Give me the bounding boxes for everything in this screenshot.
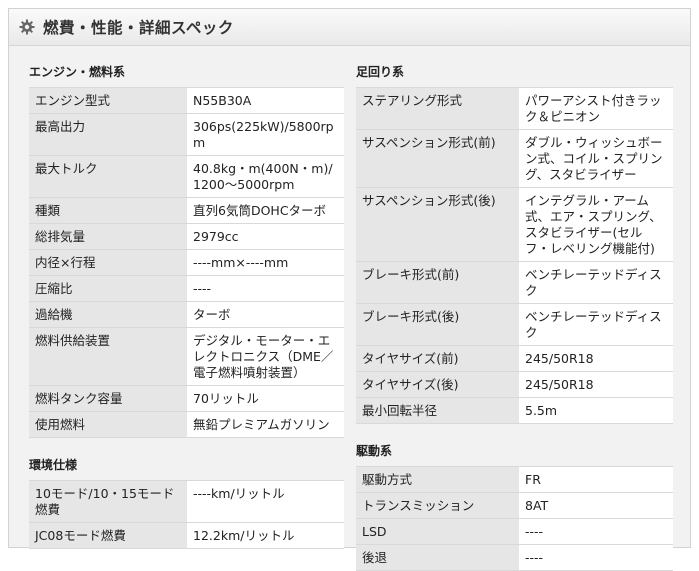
spec-label: 圧縮比 — [29, 275, 187, 302]
spec-panel: 燃費・性能・詳細スペック エンジン・燃料系 エンジン型式 N55B30A 最高出力 3… — [8, 8, 691, 571]
spec-label: 総排気量 — [29, 223, 187, 250]
spec-value: ----km/リットル — [187, 480, 344, 523]
table-row: 後退 ---- — [356, 544, 673, 571]
table-row: LSD ---- — [356, 518, 673, 545]
table-row: ブレーキ形式(前) ベンチレーテッドディスク — [356, 261, 673, 304]
spec-value: ベンチレーテッドディスク — [519, 303, 673, 346]
table-row: トランスミッション 8AT — [356, 492, 673, 519]
section-title-drivetrain: 駆動系 — [356, 444, 393, 458]
spec-label: タイヤサイズ(後) — [356, 371, 519, 398]
spec-value: ----mm×----mm — [187, 249, 344, 276]
spec-label: 最高出力 — [29, 113, 187, 156]
panel-header: 燃費・性能・詳細スペック — [9, 9, 690, 46]
section-title-suspension: 足回り系 — [356, 65, 405, 79]
spec-label: 最大トルク — [29, 155, 187, 198]
spec-label: ブレーキ形式(前) — [356, 261, 519, 304]
spec-label: 内径×行程 — [29, 249, 187, 276]
spec-label: 燃料供給装置 — [29, 327, 187, 386]
spec-value: 12.2km/リットル — [187, 522, 344, 549]
table-row: タイヤサイズ(後) 245/50R18 — [356, 371, 673, 398]
table-row: 駆動方式 FR — [356, 466, 673, 493]
spec-value: 245/50R18 — [519, 371, 673, 398]
table-row: 燃料タンク容量 70リットル — [29, 385, 344, 412]
table-row: 最小回転半径 5.5m — [356, 397, 673, 424]
table-row: 総排気量 2979cc — [29, 223, 344, 250]
table-row: エンジン型式 N55B30A — [29, 87, 344, 114]
spec-label: 最小回転半径 — [356, 397, 519, 424]
spec-value: 直列6気筒DOHCターボ — [187, 197, 344, 224]
spec-value: 無鉛プレミアムガソリン — [187, 411, 344, 438]
spec-label: JC08モード燃費 — [29, 522, 187, 549]
spec-label: 燃料タンク容量 — [29, 385, 187, 412]
spec-label: トランスミッション — [356, 492, 519, 519]
spec-label: LSD — [356, 518, 519, 545]
spec-value: ターボ — [187, 301, 344, 328]
page-title: 燃費・性能・詳細スペック — [43, 19, 234, 37]
table-row: 使用燃料 無鉛プレミアムガソリン — [29, 411, 344, 438]
spec-value: ベンチレーテッドディスク — [519, 261, 673, 304]
spec-value: パワーアシスト付きラック＆ピニオン — [519, 87, 673, 130]
table-row: 内径×行程 ----mm×----mm — [29, 249, 344, 276]
spec-value: 70リットル — [187, 385, 344, 412]
engine-spec-table: エンジン型式 N55B30A 最高出力 306ps(225kW)/5800rpm 最大ト… — [29, 87, 344, 438]
spec-value: ---- — [519, 518, 673, 545]
spec-value: ---- — [187, 275, 344, 302]
table-row: サスペンション形式(前) ダブル・ウィッシュボーン式、コイル・スプリング、スタビラ… — [356, 129, 673, 188]
spec-label: タイヤサイズ(前) — [356, 345, 519, 372]
spec-value: 2979cc — [187, 223, 344, 250]
spec-label: ステアリング形式 — [356, 87, 519, 130]
spec-value: FR — [519, 466, 673, 493]
suspension-spec-table: ステアリング形式 パワーアシスト付きラック＆ピニオン サスペンション形式(前) ダブル… — [356, 87, 673, 424]
spec-label: 過給機 — [29, 301, 187, 328]
spec-value: 5.5m — [519, 397, 673, 424]
spec-value: 245/50R18 — [519, 345, 673, 372]
spec-value: 306ps(225kW)/5800rpm — [187, 113, 344, 156]
spec-label: 駆動方式 — [356, 466, 519, 493]
spec-value: ---- — [519, 544, 673, 571]
table-row: 燃料供給装置 デジタル・モーター・エレクトロニクス（DME／電子燃料噴射装置） — [29, 327, 344, 386]
spec-value: ダブル・ウィッシュボーン式、コイル・スプリング、スタビライザー — [519, 129, 673, 188]
table-row: 種類 直列6気筒DOHCターボ — [29, 197, 344, 224]
gear-icon — [19, 19, 35, 35]
spec-label: 種類 — [29, 197, 187, 224]
spec-label: サスペンション形式(後) — [356, 187, 519, 262]
spec-value: N55B30A — [187, 87, 344, 114]
spec-label: エンジン型式 — [29, 87, 187, 114]
right-column: 足回り系 ステアリング形式 パワーアシスト付きラック＆ピニオン サスペンション形式(… — [356, 57, 673, 571]
table-row: 過給機 ターボ — [29, 301, 344, 328]
spec-value: 8AT — [519, 492, 673, 519]
environment-spec-table: 10モード/10・15モード燃費 ----km/リットル JC08モード燃費 12.2… — [29, 480, 344, 549]
section-title-environment: 環境仕様 — [29, 458, 78, 472]
spec-value: インテグラル・アーム式、エア・スプリング、スタビライザー(セルフ・レベリング機能… — [519, 187, 673, 262]
table-row: ブレーキ形式(後) ベンチレーテッドディスク — [356, 303, 673, 346]
spec-label: 後退 — [356, 544, 519, 571]
table-row: JC08モード燃費 12.2km/リットル — [29, 522, 344, 549]
drivetrain-spec-table: 駆動方式 FR トランスミッション 8AT LSD ---- 後退 ---- — [356, 466, 673, 571]
table-row: 最大トルク 40.8kg・m(400N・m)/1200～5000rpm — [29, 155, 344, 198]
table-row: 10モード/10・15モード燃費 ----km/リットル — [29, 480, 344, 523]
table-row: 最高出力 306ps(225kW)/5800rpm — [29, 113, 344, 156]
spec-value: デジタル・モーター・エレクトロニクス（DME／電子燃料噴射装置） — [187, 327, 344, 386]
section-title-engine: エンジン・燃料系 — [29, 65, 126, 79]
spec-label: 10モード/10・15モード燃費 — [29, 480, 187, 523]
table-row: タイヤサイズ(前) 245/50R18 — [356, 345, 673, 372]
table-row: 圧縮比 ---- — [29, 275, 344, 302]
spec-label: ブレーキ形式(後) — [356, 303, 519, 346]
table-row: サスペンション形式(後) インテグラル・アーム式、エア・スプリング、スタビライザー… — [356, 187, 673, 262]
table-row: ステアリング形式 パワーアシスト付きラック＆ピニオン — [356, 87, 673, 130]
left-column: エンジン・燃料系 エンジン型式 N55B30A 最高出力 306ps(225kW)/5… — [29, 57, 344, 549]
spec-value: 40.8kg・m(400N・m)/1200～5000rpm — [187, 155, 344, 198]
spec-label: 使用燃料 — [29, 411, 187, 438]
spec-label: サスペンション形式(前) — [356, 129, 519, 188]
